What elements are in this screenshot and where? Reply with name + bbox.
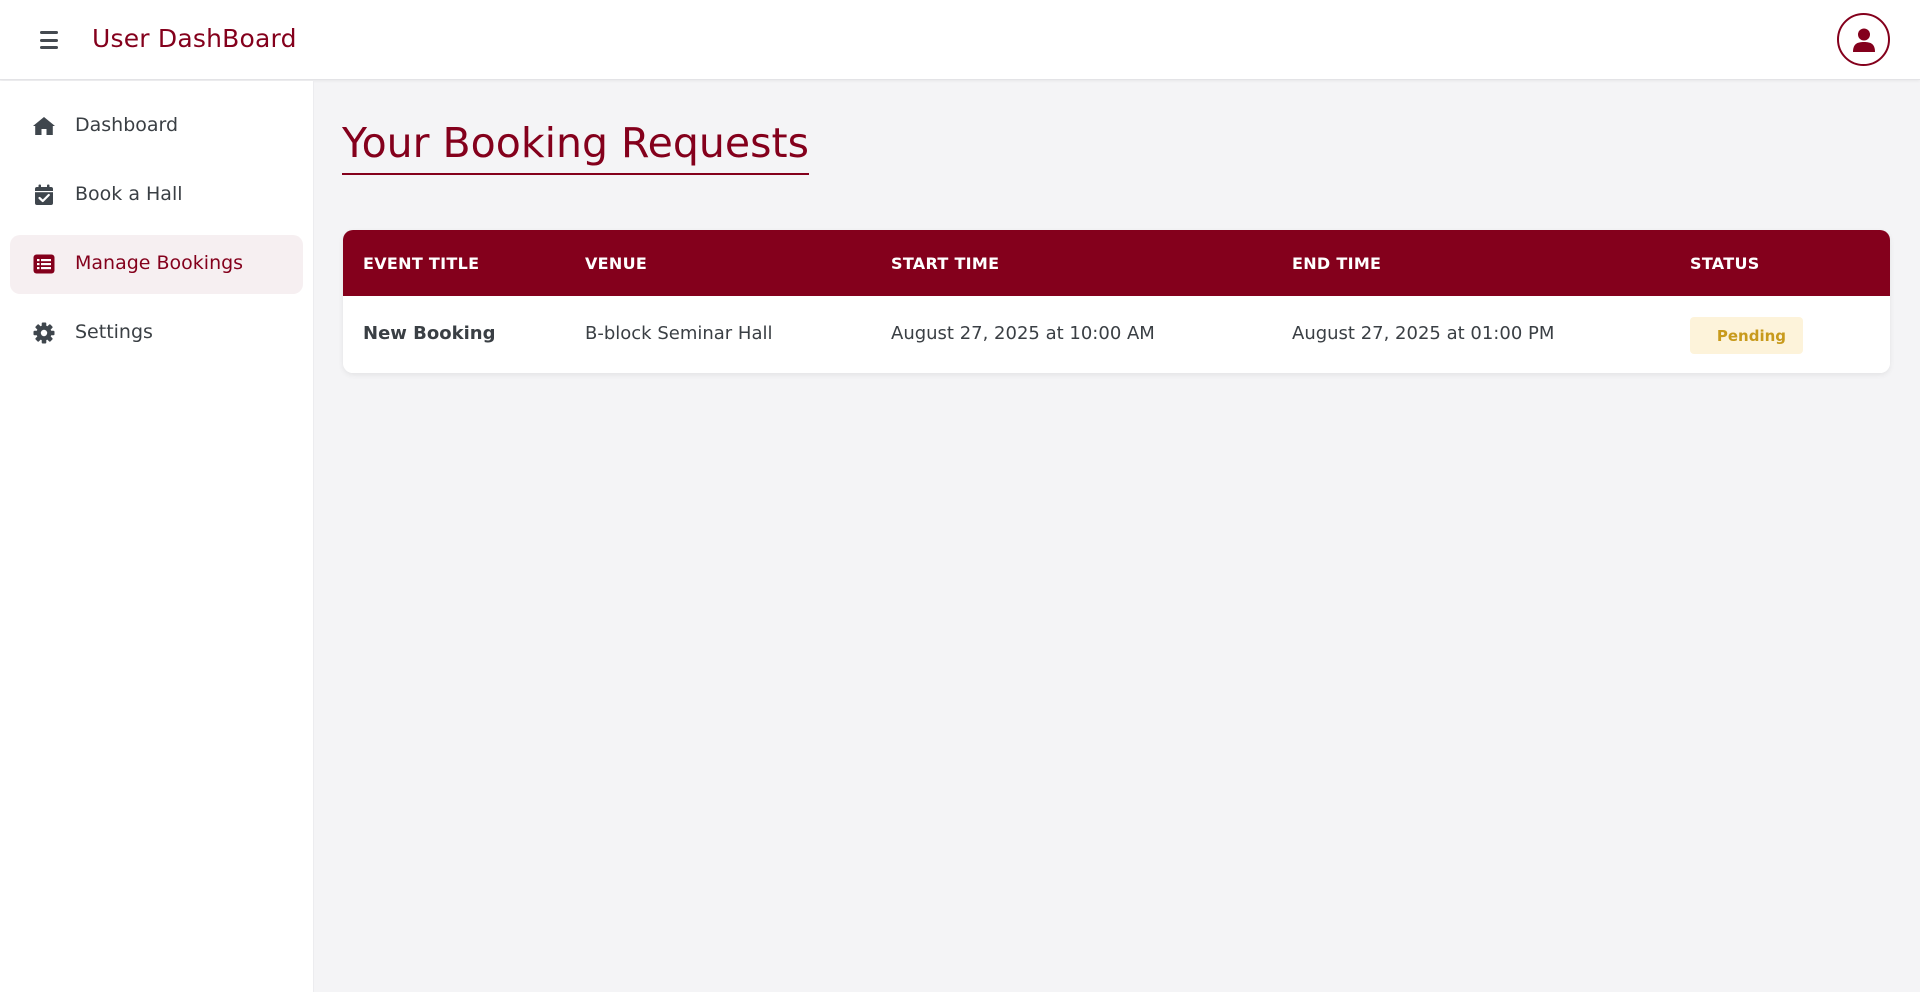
sidebar-item-manage-bookings[interactable]: Manage Bookings [10, 235, 303, 294]
page-title: Your Booking Requests [342, 119, 809, 175]
status-badge: Pending [1690, 317, 1803, 354]
home-icon [32, 114, 56, 138]
user-icon [1852, 28, 1875, 52]
sidebar: Dashboard Book a Hall Manage Bookings Se… [0, 81, 314, 992]
sidebar-item-dashboard[interactable]: Dashboard [10, 97, 303, 156]
list-icon [32, 252, 56, 276]
gear-icon [32, 321, 56, 345]
sidebar-item-book-a-hall[interactable]: Book a Hall [10, 166, 303, 225]
column-header-start-time: START TIME [891, 254, 1000, 273]
sidebar-item-label: Settings [75, 321, 153, 343]
cell-event-title: New Booking [363, 323, 496, 344]
column-header-end-time: END TIME [1292, 254, 1382, 273]
calendar-check-icon [32, 183, 56, 207]
column-header-venue: VENUE [585, 254, 648, 273]
cell-end-time: August 27, 2025 at 01:00 PM [1292, 323, 1555, 344]
cell-start-time: August 27, 2025 at 10:00 AM [891, 323, 1155, 344]
column-header-status: STATUS [1690, 254, 1760, 273]
sidebar-item-label: Manage Bookings [75, 252, 244, 274]
sidebar-item-settings[interactable]: Settings [10, 304, 303, 363]
table-row[interactable]: New Booking B-block Seminar Hall August … [343, 296, 1890, 373]
sidebar-item-label: Dashboard [75, 114, 179, 136]
column-header-event-title: EVENT TITLE [363, 254, 480, 273]
bookings-table: EVENT TITLE VENUE START TIME END TIME ST… [343, 230, 1890, 373]
sidebar-item-label: Book a Hall [75, 183, 183, 205]
cell-venue: B-block Seminar Hall [585, 323, 773, 344]
table-header: EVENT TITLE VENUE START TIME END TIME ST… [343, 230, 1890, 296]
top-bar: User DashBoard [0, 0, 1920, 80]
app-title: User DashBoard [92, 24, 297, 53]
hamburger-menu-icon[interactable] [38, 29, 62, 51]
user-avatar-button[interactable] [1837, 13, 1890, 66]
